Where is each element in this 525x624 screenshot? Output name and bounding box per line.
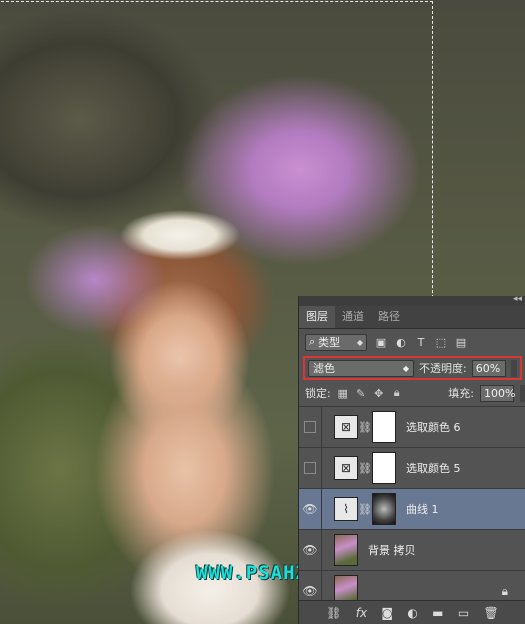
panel-header: ◂◂ [299,294,525,306]
trash-icon[interactable]: 🗑︎ [484,606,499,620]
layer-style-icon[interactable]: fx [356,606,367,620]
opacity-slider-toggle[interactable] [510,359,517,377]
link-icon[interactable]: ⛓ [358,503,372,516]
layer-list: ⊠ ⛓ 选取颜色 6 ⊠ ⛓ 选取颜色 5 👁︎ ⌇ ⛓ 曲线 1 👁︎ 背景 … [299,406,525,611]
chevron-updown-icon: ◆ [356,337,363,347]
layer-mask-thumbnail[interactable] [372,452,396,484]
adjustment-filter-icon[interactable]: ◐ [395,336,407,349]
layer-name: 背景 拷贝 [368,544,416,557]
type-filter-icon[interactable]: T [415,336,427,349]
layer-mask-thumbnail[interactable] [372,493,396,525]
filter-row: ⌕ 类型 ◆ ▣ ◐ T ⬚ ▤ [299,329,525,355]
eye-icon: 👁︎ [302,584,318,598]
layer-row[interactable]: ⊠ ⛓ 选取颜色 6 [299,406,525,447]
tab-paths[interactable]: 路径 [371,305,407,328]
link-layers-icon[interactable]: ⛓ [326,606,341,620]
hidden-box [304,421,316,433]
shape-filter-icon[interactable]: ⬚ [435,336,447,349]
layer-row[interactable]: 👁︎ ⌇ ⛓ 曲线 1 [299,488,525,529]
link-icon[interactable]: ⛓ [358,462,372,475]
blend-mode-label: 滤色 [313,362,335,375]
visibility-toggle[interactable] [299,407,322,447]
layer-row[interactable]: 👁︎ 背景 拷贝 [299,529,525,570]
tab-layers[interactable]: 图层 [299,305,335,328]
layer-name: 选取颜色 5 [406,462,461,475]
selective-color-icon: ⊠ [334,415,358,439]
layers-panel: ◂◂ 图层 通道 路径 ⌕ 类型 ◆ ▣ ◐ T ⬚ ▤ 滤色 ◆ 不透明度: … [298,294,525,624]
chevron-updown-icon: ◆ [402,363,409,373]
lock-row: 锁定: ▦ ✎ ✥ 🔒︎ 填充: 100% [299,382,525,404]
curves-icon: ⌇ [334,497,358,521]
hidden-box [304,462,316,474]
lock-transparent-icon[interactable]: ▦ [337,387,349,400]
visibility-toggle[interactable] [299,448,322,488]
new-group-icon[interactable]: ▬ [432,606,443,620]
filter-kind-dropdown[interactable]: ⌕ 类型 ◆ [305,333,367,351]
link-icon[interactable]: ⛓ [358,421,372,434]
tab-channels[interactable]: 通道 [335,305,371,328]
lock-pixels-icon[interactable]: ✎ [355,387,367,400]
new-adjustment-icon[interactable]: ◐ [407,606,417,620]
eye-icon: 👁︎ [302,543,318,557]
lock-icon: 🔒︎ [501,583,508,598]
smart-object-filter-icon[interactable]: ▤ [455,336,467,349]
fill-field[interactable]: 100% [480,384,515,402]
add-mask-icon[interactable]: ◙ [381,606,393,620]
opacity-label: 不透明度: [419,362,467,375]
visibility-toggle[interactable]: 👁︎ [299,489,322,529]
blend-opacity-row: 滤色 ◆ 不透明度: 60% [303,356,522,380]
collapse-icon[interactable]: ◂◂ [513,294,522,304]
layer-thumbnail [334,534,358,566]
lock-label: 锁定: [305,387,331,400]
layer-name: 选取颜色 6 [406,421,461,434]
blend-mode-dropdown[interactable]: 滤色 ◆ [308,359,414,377]
image-filter-icon[interactable]: ▣ [375,336,387,349]
panel-bottom-bar: ⛓ fx ◙ ◐ ▬ ▭ 🗑︎ [299,600,525,624]
visibility-toggle[interactable]: 👁︎ [299,530,322,570]
fill-label: 填充: [448,387,474,400]
search-icon: ⌕ [309,335,316,348]
fill-slider-toggle[interactable] [520,384,525,402]
lock-all-icon[interactable]: 🔒︎ [391,386,403,399]
headband [118,205,242,260]
layer-mask-thumbnail[interactable] [372,411,396,443]
filter-kind-label: 类型 [318,336,341,349]
dress [120,470,290,624]
selective-color-icon: ⊠ [334,456,358,480]
eye-icon: 👁︎ [302,502,318,516]
lock-position-icon[interactable]: ✥ [373,387,385,400]
layer-name: 曲线 1 [406,503,439,516]
layer-row[interactable]: ⊠ ⛓ 选取颜色 5 [299,447,525,488]
panel-tabs: 图层 通道 路径 [299,305,525,329]
opacity-field[interactable]: 60% [471,359,506,377]
new-layer-icon[interactable]: ▭ [458,606,469,620]
